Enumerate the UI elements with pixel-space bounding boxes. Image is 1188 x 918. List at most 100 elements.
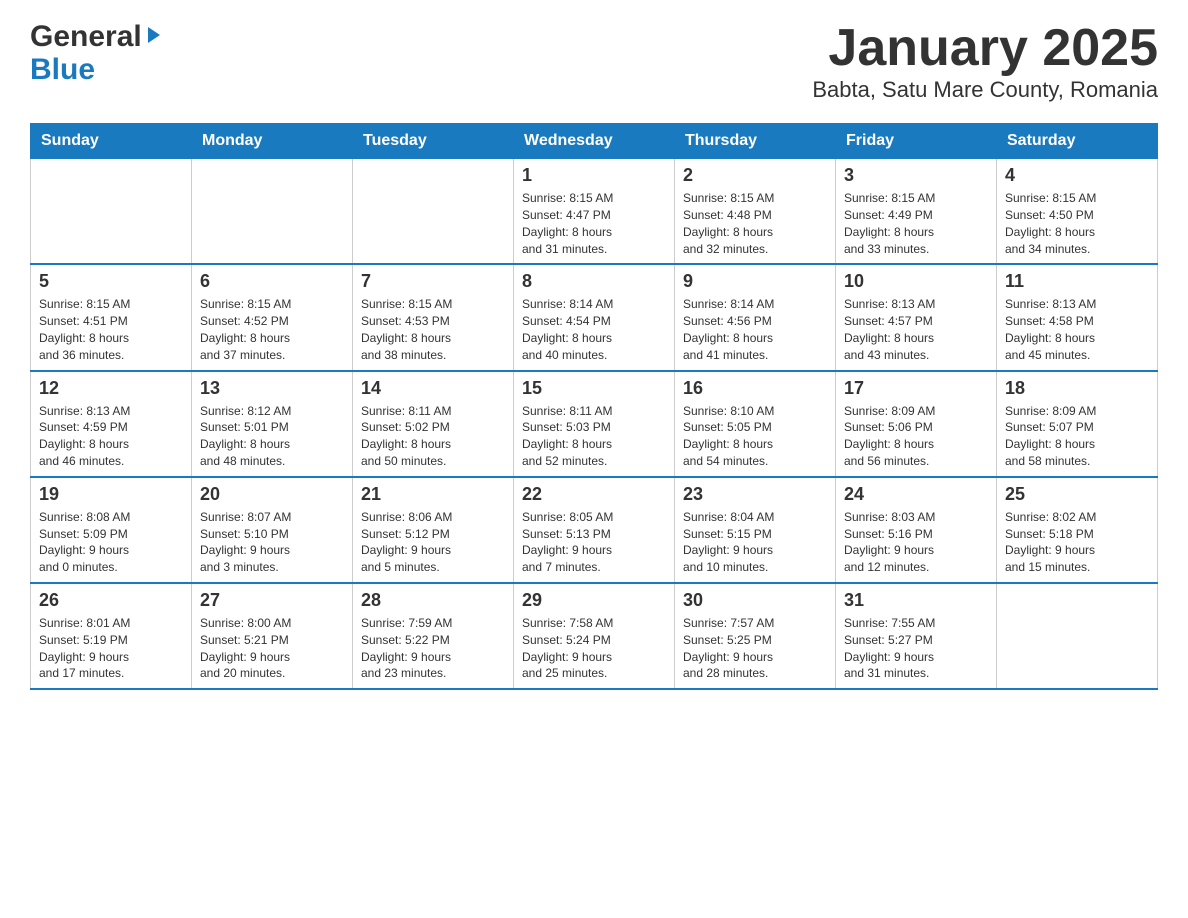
day-number: 24 — [844, 484, 988, 505]
calendar-week-row: 12 Sunrise: 8:13 AM Sunset: 4:59 PM Dayli… — [31, 371, 1158, 477]
calendar-header-wednesday: Wednesday — [514, 124, 675, 159]
calendar-header-saturday: Saturday — [997, 124, 1158, 159]
calendar-cell: 27Sunrise: 8:00 AM Sunset: 5:21 PM Dayli… — [192, 583, 353, 689]
day-number: 18 — [1005, 378, 1149, 399]
day-number: 17 — [844, 378, 988, 399]
day-info: Sunrise: 8:11 AM Sunset: 5:02 PM Dayligh… — [361, 403, 505, 470]
calendar-cell: 21 Sunrise: 8:06 AM Sunset: 5:12 PM Dayli… — [353, 477, 514, 583]
calendar-cell: 12 Sunrise: 8:13 AM Sunset: 4:59 PM Dayli… — [31, 371, 192, 477]
day-info: Sunrise: 8:11 AM Sunset: 5:03 PM Dayligh… — [522, 403, 666, 470]
calendar-cell — [997, 583, 1158, 689]
calendar-cell: 8 Sunrise: 8:14 AM Sunset: 4:54 PM Daylig… — [514, 264, 675, 370]
calendar-cell: 17 Sunrise: 8:09 AM Sunset: 5:06 PM Dayli… — [836, 371, 997, 477]
day-info: Sunrise: 8:15 AM Sunset: 4:53 PM Dayligh… — [361, 296, 505, 363]
calendar-cell: 6 Sunrise: 8:15 AM Sunset: 4:52 PM Daylig… — [192, 264, 353, 370]
day-number: 6 — [200, 271, 344, 292]
calendar-cell: 25 Sunrise: 8:02 AM Sunset: 5:18 PM Dayli… — [997, 477, 1158, 583]
calendar-week-row: 1 Sunrise: 8:15 AM Sunset: 4:47 PM Daylig… — [31, 159, 1158, 265]
day-info: Sunrise: 8:06 AM Sunset: 5:12 PM Dayligh… — [361, 509, 505, 576]
calendar-header-sunday: Sunday — [31, 124, 192, 159]
day-info: Sunrise: 8:15 AM Sunset: 4:50 PM Dayligh… — [1005, 190, 1149, 257]
calendar-header-friday: Friday — [836, 124, 997, 159]
calendar-cell: 9Sunrise: 8:14 AM Sunset: 4:56 PM Daylig… — [675, 264, 836, 370]
day-number: 28 — [361, 590, 505, 611]
calendar-cell: 1 Sunrise: 8:15 AM Sunset: 4:47 PM Daylig… — [514, 159, 675, 265]
day-number: 13 — [200, 378, 344, 399]
day-info: Sunrise: 8:15 AM Sunset: 4:48 PM Dayligh… — [683, 190, 827, 257]
day-number: 8 — [522, 271, 666, 292]
page-subtitle: Babta, Satu Mare County, Romania — [812, 77, 1158, 103]
day-info: Sunrise: 7:57 AM Sunset: 5:25 PM Dayligh… — [683, 615, 827, 682]
day-info: Sunrise: 8:04 AM Sunset: 5:15 PM Dayligh… — [683, 509, 827, 576]
calendar-cell — [192, 159, 353, 265]
day-number: 1 — [522, 165, 666, 186]
calendar-week-row: 26 Sunrise: 8:01 AM Sunset: 5:19 PM Dayli… — [31, 583, 1158, 689]
day-info: Sunrise: 7:55 AM Sunset: 5:27 PM Dayligh… — [844, 615, 988, 682]
day-number: 25 — [1005, 484, 1149, 505]
day-number: 31 — [844, 590, 988, 611]
calendar-cell — [353, 159, 514, 265]
calendar-cell: 22Sunrise: 8:05 AM Sunset: 5:13 PM Dayli… — [514, 477, 675, 583]
calendar-header-monday: Monday — [192, 124, 353, 159]
day-info: Sunrise: 8:15 AM Sunset: 4:47 PM Dayligh… — [522, 190, 666, 257]
day-number: 7 — [361, 271, 505, 292]
calendar-week-row: 19Sunrise: 8:08 AM Sunset: 5:09 PM Dayli… — [31, 477, 1158, 583]
day-info: Sunrise: 8:10 AM Sunset: 5:05 PM Dayligh… — [683, 403, 827, 470]
calendar-header-tuesday: Tuesday — [353, 124, 514, 159]
calendar-cell — [31, 159, 192, 265]
calendar-header-thursday: Thursday — [675, 124, 836, 159]
day-info: Sunrise: 7:59 AM Sunset: 5:22 PM Dayligh… — [361, 615, 505, 682]
calendar-cell: 3 Sunrise: 8:15 AM Sunset: 4:49 PM Daylig… — [836, 159, 997, 265]
day-number: 2 — [683, 165, 827, 186]
logo: General Blue — [30, 20, 164, 86]
calendar-cell: 14 Sunrise: 8:11 AM Sunset: 5:02 PM Dayli… — [353, 371, 514, 477]
calendar-cell: 18 Sunrise: 8:09 AM Sunset: 5:07 PM Dayli… — [997, 371, 1158, 477]
day-info: Sunrise: 8:00 AM Sunset: 5:21 PM Dayligh… — [200, 615, 344, 682]
calendar-cell: 5 Sunrise: 8:15 AM Sunset: 4:51 PM Daylig… — [31, 264, 192, 370]
day-info: Sunrise: 8:01 AM Sunset: 5:19 PM Dayligh… — [39, 615, 183, 682]
calendar-cell: 10Sunrise: 8:13 AM Sunset: 4:57 PM Dayli… — [836, 264, 997, 370]
day-number: 26 — [39, 590, 183, 611]
day-number: 5 — [39, 271, 183, 292]
day-info: Sunrise: 8:02 AM Sunset: 5:18 PM Dayligh… — [1005, 509, 1149, 576]
calendar-table: SundayMondayTuesdayWednesdayThursdayFrid… — [30, 123, 1158, 690]
day-number: 19 — [39, 484, 183, 505]
day-number: 4 — [1005, 165, 1149, 186]
day-info: Sunrise: 8:07 AM Sunset: 5:10 PM Dayligh… — [200, 509, 344, 576]
day-number: 20 — [200, 484, 344, 505]
day-info: Sunrise: 8:15 AM Sunset: 4:51 PM Dayligh… — [39, 296, 183, 363]
day-info: Sunrise: 8:09 AM Sunset: 5:07 PM Dayligh… — [1005, 403, 1149, 470]
calendar-cell: 30 Sunrise: 7:57 AM Sunset: 5:25 PM Dayli… — [675, 583, 836, 689]
calendar-cell: 26 Sunrise: 8:01 AM Sunset: 5:19 PM Dayli… — [31, 583, 192, 689]
day-number: 22 — [522, 484, 666, 505]
logo-general: General — [30, 20, 142, 53]
calendar-cell: 20 Sunrise: 8:07 AM Sunset: 5:10 PM Dayli… — [192, 477, 353, 583]
day-number: 30 — [683, 590, 827, 611]
day-number: 29 — [522, 590, 666, 611]
logo-blue: Blue — [30, 53, 95, 86]
logo-arrow-icon — [144, 25, 164, 45]
day-info: Sunrise: 8:09 AM Sunset: 5:06 PM Dayligh… — [844, 403, 988, 470]
day-number: 14 — [361, 378, 505, 399]
day-info: Sunrise: 8:03 AM Sunset: 5:16 PM Dayligh… — [844, 509, 988, 576]
calendar-cell: 2 Sunrise: 8:15 AM Sunset: 4:48 PM Daylig… — [675, 159, 836, 265]
day-info: Sunrise: 8:15 AM Sunset: 4:52 PM Dayligh… — [200, 296, 344, 363]
calendar-cell: 24 Sunrise: 8:03 AM Sunset: 5:16 PM Dayli… — [836, 477, 997, 583]
day-info: Sunrise: 8:15 AM Sunset: 4:49 PM Dayligh… — [844, 190, 988, 257]
day-info: Sunrise: 8:14 AM Sunset: 4:54 PM Dayligh… — [522, 296, 666, 363]
calendar-cell: 11Sunrise: 8:13 AM Sunset: 4:58 PM Dayli… — [997, 264, 1158, 370]
calendar-cell: 16Sunrise: 8:10 AM Sunset: 5:05 PM Dayli… — [675, 371, 836, 477]
title-block: January 2025 Babta, Satu Mare County, Ro… — [812, 20, 1158, 103]
day-number: 21 — [361, 484, 505, 505]
day-number: 3 — [844, 165, 988, 186]
day-info: Sunrise: 8:13 AM Sunset: 4:57 PM Dayligh… — [844, 296, 988, 363]
day-number: 23 — [683, 484, 827, 505]
page-header: General Blue January 2025 Babta, Satu Ma… — [30, 20, 1158, 103]
calendar-cell: 4 Sunrise: 8:15 AM Sunset: 4:50 PM Daylig… — [997, 159, 1158, 265]
day-number: 12 — [39, 378, 183, 399]
calendar-header-row: SundayMondayTuesdayWednesdayThursdayFrid… — [31, 124, 1158, 159]
day-info: Sunrise: 8:13 AM Sunset: 4:59 PM Dayligh… — [39, 403, 183, 470]
day-info: Sunrise: 8:12 AM Sunset: 5:01 PM Dayligh… — [200, 403, 344, 470]
calendar-cell: 23 Sunrise: 8:04 AM Sunset: 5:15 PM Dayli… — [675, 477, 836, 583]
day-info: Sunrise: 8:13 AM Sunset: 4:58 PM Dayligh… — [1005, 296, 1149, 363]
